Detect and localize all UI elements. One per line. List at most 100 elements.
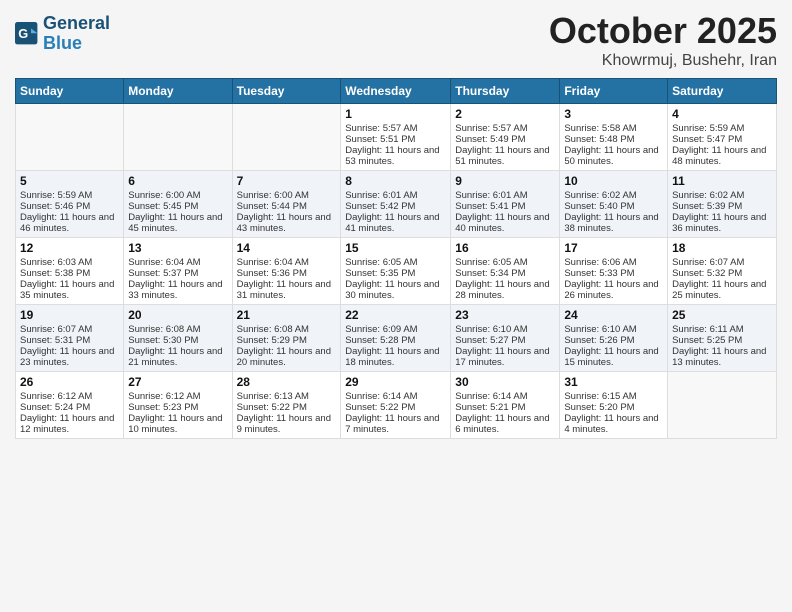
calendar-cell: 18Sunrise: 6:07 AMSunset: 5:32 PMDayligh…: [668, 238, 777, 305]
week-row-1: 1Sunrise: 5:57 AMSunset: 5:51 PMDaylight…: [16, 104, 777, 171]
day-info: Sunset: 5:28 PM: [345, 335, 446, 346]
day-number: 29: [345, 375, 446, 389]
day-number: 16: [455, 241, 555, 255]
day-info: Daylight: 11 hours and 41 minutes.: [345, 212, 446, 234]
day-info: Sunset: 5:22 PM: [345, 402, 446, 413]
day-info: Daylight: 11 hours and 28 minutes.: [455, 279, 555, 301]
day-info: Sunrise: 6:05 AM: [345, 257, 446, 268]
calendar-cell: 12Sunrise: 6:03 AMSunset: 5:38 PMDayligh…: [16, 238, 124, 305]
day-info: Daylight: 11 hours and 26 minutes.: [564, 279, 663, 301]
weekday-header-friday: Friday: [560, 79, 668, 104]
day-number: 17: [564, 241, 663, 255]
day-number: 14: [237, 241, 337, 255]
day-info: Daylight: 11 hours and 36 minutes.: [672, 212, 772, 234]
day-info: Sunset: 5:47 PM: [672, 134, 772, 145]
day-info: Daylight: 11 hours and 48 minutes.: [672, 145, 772, 167]
day-number: 1: [345, 107, 446, 121]
calendar-cell: 26Sunrise: 6:12 AMSunset: 5:24 PMDayligh…: [16, 372, 124, 439]
day-info: Daylight: 11 hours and 15 minutes.: [564, 346, 663, 368]
calendar-cell: 21Sunrise: 6:08 AMSunset: 5:29 PMDayligh…: [232, 305, 341, 372]
day-info: Sunset: 5:38 PM: [20, 268, 119, 279]
weekday-header-thursday: Thursday: [451, 79, 560, 104]
calendar-cell: 31Sunrise: 6:15 AMSunset: 5:20 PMDayligh…: [560, 372, 668, 439]
day-number: 5: [20, 174, 119, 188]
calendar-cell: 4Sunrise: 5:59 AMSunset: 5:47 PMDaylight…: [668, 104, 777, 171]
day-number: 8: [345, 174, 446, 188]
calendar-cell: 19Sunrise: 6:07 AMSunset: 5:31 PMDayligh…: [16, 305, 124, 372]
calendar-cell: 13Sunrise: 6:04 AMSunset: 5:37 PMDayligh…: [124, 238, 232, 305]
day-number: 15: [345, 241, 446, 255]
day-info: Sunrise: 6:09 AM: [345, 324, 446, 335]
weekday-header-saturday: Saturday: [668, 79, 777, 104]
day-number: 22: [345, 308, 446, 322]
day-info: Sunrise: 6:05 AM: [455, 257, 555, 268]
day-info: Sunrise: 6:11 AM: [672, 324, 772, 335]
day-info: Sunset: 5:39 PM: [672, 201, 772, 212]
month-title: October 2025: [549, 10, 777, 52]
day-number: 20: [128, 308, 227, 322]
day-info: Sunrise: 6:12 AM: [20, 391, 119, 402]
day-info: Sunrise: 6:04 AM: [237, 257, 337, 268]
calendar-cell: 15Sunrise: 6:05 AMSunset: 5:35 PMDayligh…: [341, 238, 451, 305]
day-info: Sunrise: 6:06 AM: [564, 257, 663, 268]
day-number: 9: [455, 174, 555, 188]
day-info: Daylight: 11 hours and 12 minutes.: [20, 413, 119, 435]
day-info: Daylight: 11 hours and 7 minutes.: [345, 413, 446, 435]
calendar-cell: 27Sunrise: 6:12 AMSunset: 5:23 PMDayligh…: [124, 372, 232, 439]
day-number: 18: [672, 241, 772, 255]
day-info: Sunrise: 6:02 AM: [564, 190, 663, 201]
calendar-cell: 1Sunrise: 5:57 AMSunset: 5:51 PMDaylight…: [341, 104, 451, 171]
svg-text:G: G: [18, 26, 28, 41]
day-info: Sunrise: 6:07 AM: [672, 257, 772, 268]
day-info: Daylight: 11 hours and 10 minutes.: [128, 413, 227, 435]
day-info: Sunset: 5:20 PM: [564, 402, 663, 413]
day-info: Sunset: 5:26 PM: [564, 335, 663, 346]
day-info: Sunrise: 6:12 AM: [128, 391, 227, 402]
day-info: Sunrise: 6:08 AM: [237, 324, 337, 335]
page-header: G General Blue October 2025 Khowrmuj, Bu…: [15, 10, 777, 70]
day-info: Daylight: 11 hours and 30 minutes.: [345, 279, 446, 301]
calendar-cell: 20Sunrise: 6:08 AMSunset: 5:30 PMDayligh…: [124, 305, 232, 372]
calendar-cell: 24Sunrise: 6:10 AMSunset: 5:26 PMDayligh…: [560, 305, 668, 372]
day-info: Sunrise: 6:03 AM: [20, 257, 119, 268]
day-number: 28: [237, 375, 337, 389]
calendar-cell: 8Sunrise: 6:01 AMSunset: 5:42 PMDaylight…: [341, 171, 451, 238]
day-number: 21: [237, 308, 337, 322]
day-info: Sunset: 5:44 PM: [237, 201, 337, 212]
day-info: Daylight: 11 hours and 53 minutes.: [345, 145, 446, 167]
day-number: 2: [455, 107, 555, 121]
day-info: Daylight: 11 hours and 40 minutes.: [455, 212, 555, 234]
day-info: Daylight: 11 hours and 43 minutes.: [237, 212, 337, 234]
day-info: Sunset: 5:41 PM: [455, 201, 555, 212]
week-row-3: 12Sunrise: 6:03 AMSunset: 5:38 PMDayligh…: [16, 238, 777, 305]
day-info: Sunset: 5:31 PM: [20, 335, 119, 346]
weekday-header-wednesday: Wednesday: [341, 79, 451, 104]
day-info: Daylight: 11 hours and 17 minutes.: [455, 346, 555, 368]
calendar-cell: 30Sunrise: 6:14 AMSunset: 5:21 PMDayligh…: [451, 372, 560, 439]
day-info: Sunrise: 5:59 AM: [20, 190, 119, 201]
day-info: Daylight: 11 hours and 38 minutes.: [564, 212, 663, 234]
calendar-cell: 23Sunrise: 6:10 AMSunset: 5:27 PMDayligh…: [451, 305, 560, 372]
calendar-cell: 17Sunrise: 6:06 AMSunset: 5:33 PMDayligh…: [560, 238, 668, 305]
day-info: Daylight: 11 hours and 18 minutes.: [345, 346, 446, 368]
day-number: 13: [128, 241, 227, 255]
day-info: Sunrise: 6:10 AM: [564, 324, 663, 335]
calendar-cell: [232, 104, 341, 171]
day-info: Daylight: 11 hours and 4 minutes.: [564, 413, 663, 435]
day-number: 3: [564, 107, 663, 121]
day-info: Daylight: 11 hours and 9 minutes.: [237, 413, 337, 435]
day-info: Sunset: 5:34 PM: [455, 268, 555, 279]
day-info: Sunrise: 6:14 AM: [345, 391, 446, 402]
day-info: Sunrise: 6:15 AM: [564, 391, 663, 402]
logo: G General Blue: [15, 14, 110, 54]
calendar-cell: 22 Sunrise: 6:09 AMSunset: 5:28 PMDayligh…: [341, 305, 451, 372]
day-info: Sunrise: 6:04 AM: [128, 257, 227, 268]
calendar-cell: 28Sunrise: 6:13 AMSunset: 5:22 PMDayligh…: [232, 372, 341, 439]
calendar-cell: 10Sunrise: 6:02 AMSunset: 5:40 PMDayligh…: [560, 171, 668, 238]
day-info: Daylight: 11 hours and 21 minutes.: [128, 346, 227, 368]
day-info: Sunrise: 6:10 AM: [455, 324, 555, 335]
day-info: Daylight: 11 hours and 45 minutes.: [128, 212, 227, 234]
day-info: Daylight: 11 hours and 23 minutes.: [20, 346, 119, 368]
day-info: Sunset: 5:48 PM: [564, 134, 663, 145]
calendar-cell: 5Sunrise: 5:59 AMSunset: 5:46 PMDaylight…: [16, 171, 124, 238]
